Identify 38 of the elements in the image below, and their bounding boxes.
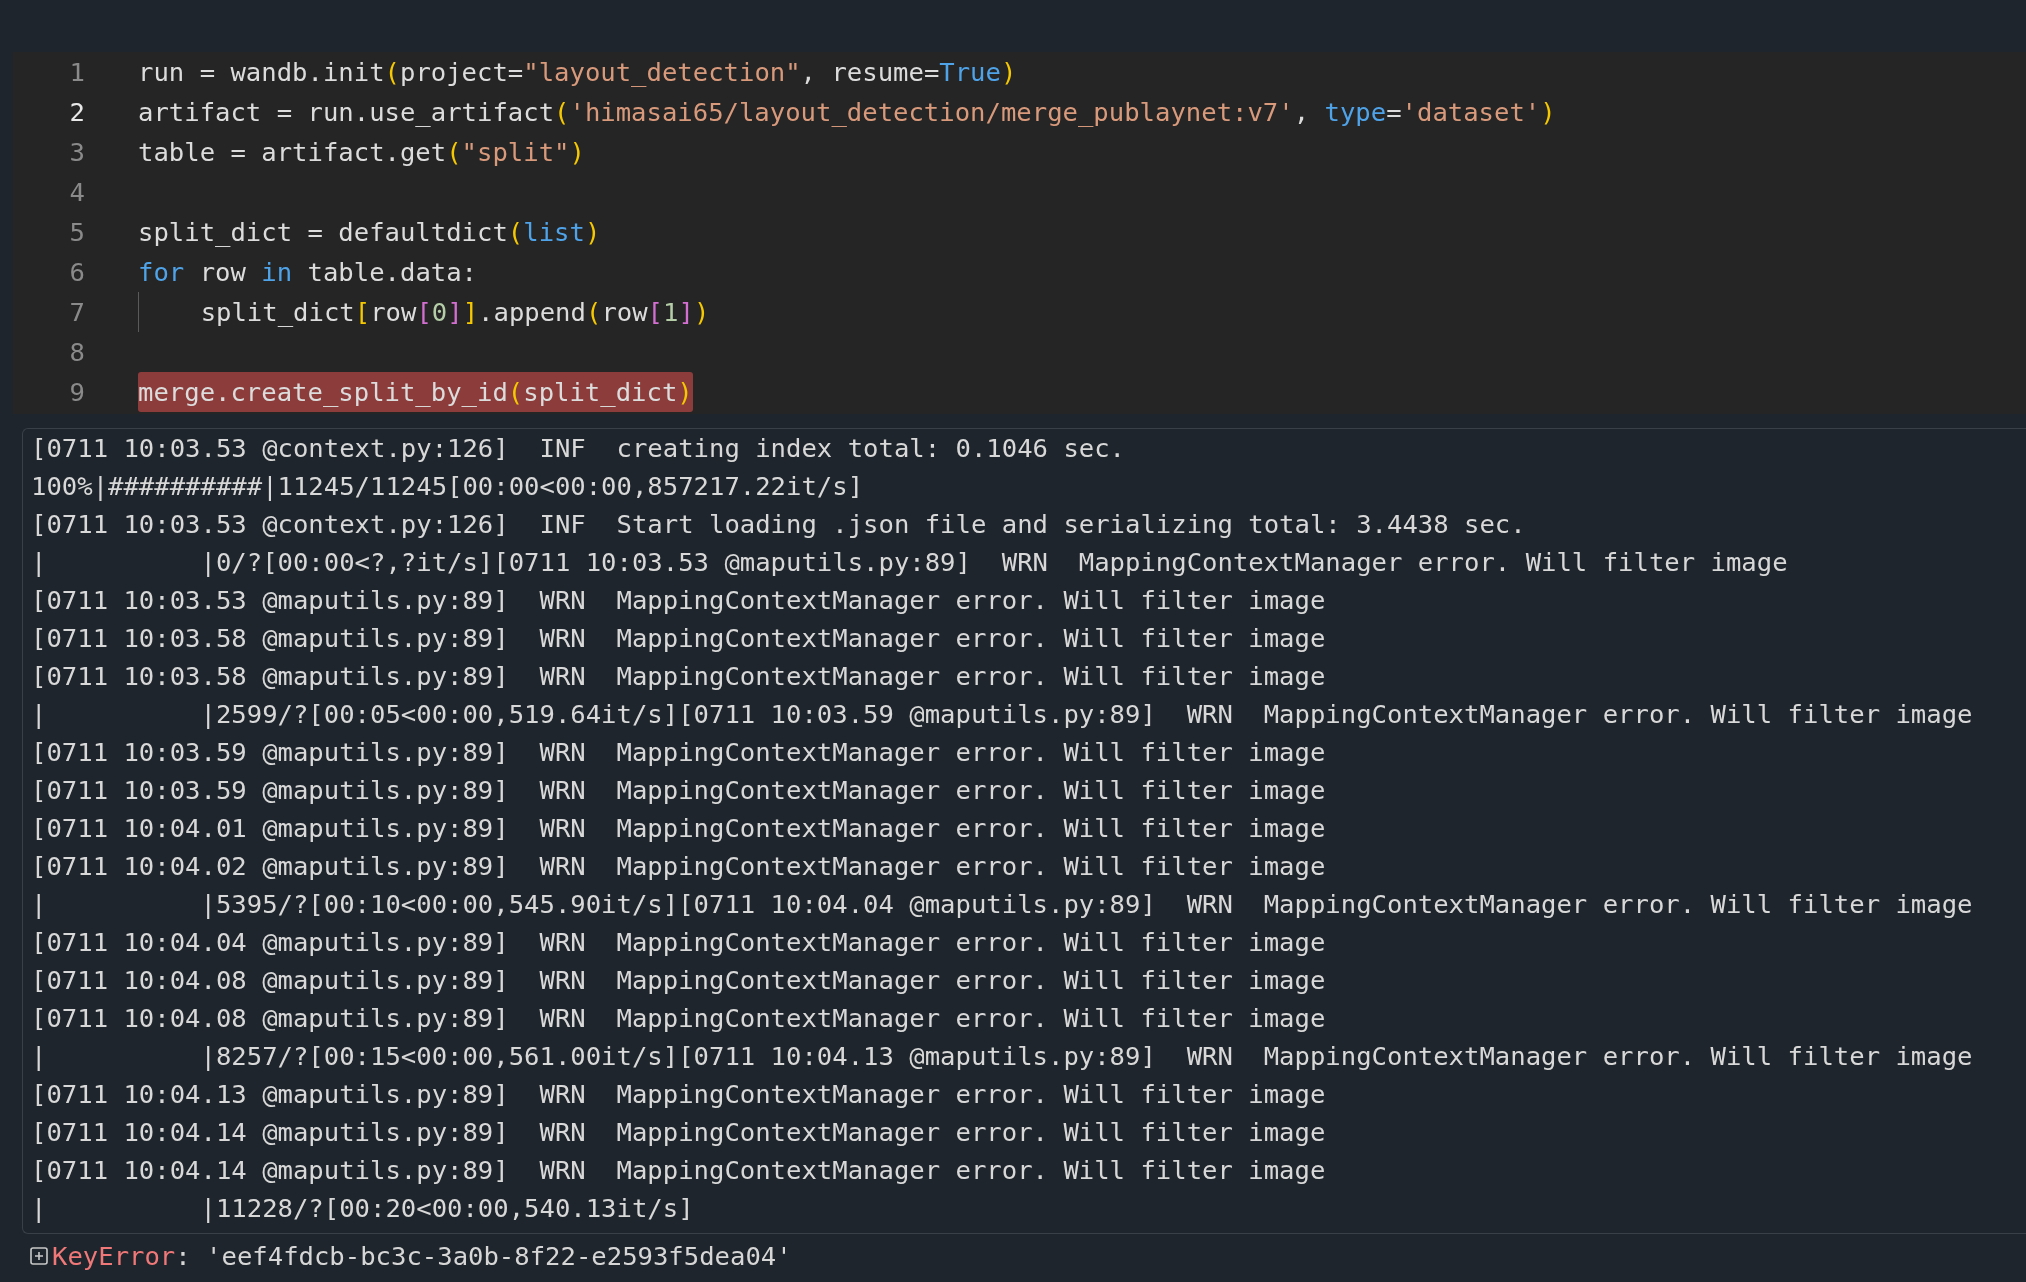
error-message: KeyError: 'eef4fdcb-bc3c-3a0b-8f22-e2593f5dea04' bbox=[52, 1239, 792, 1273]
log-line: [0711 10:04.04 @maputils.py:89] WRN MappingContextManager error. Will filter image bbox=[31, 927, 1326, 957]
log-line: [0711 10:03.53 @context.py:126] INF creating index total: 0.1046 sec. bbox=[31, 433, 1126, 463]
log-line: [0711 10:04.02 @maputils.py:89] WRN MappingContextManager error. Will filter image bbox=[31, 851, 1326, 881]
line-number: 9 bbox=[68, 376, 85, 409]
log-line: | |8257/?[00:15<00:00,561.00it/s][0711 10:04.13 @maputils.py:89] WRN MappingContextManager error. Will filter image bbox=[31, 1041, 1973, 1071]
line-number: 1 bbox=[68, 56, 85, 89]
code-line: split_dict[row[0]].append(row[1]) bbox=[199, 296, 710, 329]
code-line: table = artifact.get("split") bbox=[138, 136, 585, 169]
log-line: | |11228/?[00:20<00:00,540.13it/s] bbox=[31, 1193, 694, 1223]
log-line: [0711 10:03.53 @maputils.py:89] WRN MappingContextManager error. Will filter image bbox=[31, 585, 1326, 615]
log-line: [0711 10:04.14 @maputils.py:89] WRN MappingContextManager error. Will filter image bbox=[31, 1155, 1326, 1185]
log-line: [0711 10:03.53 @context.py:126] INF Start loading .json file and serializing total: 3.4438 sec. bbox=[31, 509, 1526, 539]
log-line: [0711 10:03.58 @maputils.py:89] WRN MappingContextManager error. Will filter image bbox=[31, 661, 1326, 691]
code-line: split_dict = defaultdict(list) bbox=[138, 216, 601, 249]
line-number: 8 bbox=[68, 336, 85, 369]
log-line: [0711 10:03.59 @maputils.py:89] WRN MappingContextManager error. Will filter image bbox=[31, 737, 1326, 767]
log-line: [0711 10:04.14 @maputils.py:89] WRN MappingContextManager error. Will filter image bbox=[31, 1117, 1326, 1147]
log-line: 100%|##########|11245/11245[00:00<00:00,857217.22it/s] bbox=[31, 471, 864, 501]
line-number: 3 bbox=[68, 136, 85, 169]
log-line: | |0/?[00:00<?,?it/s][0711 10:03.53 @maputils.py:89] WRN MappingContextManager error. Will filter image bbox=[31, 547, 1788, 577]
log-line: | |5395/?[00:10<00:00,545.90it/s][0711 10:04.04 @maputils.py:89] WRN MappingContextManager error. Will filter image bbox=[31, 889, 1973, 919]
log-line: [0711 10:04.01 @maputils.py:89] WRN MappingContextManager error. Will filter image bbox=[31, 813, 1326, 843]
line-number: 7 bbox=[68, 296, 85, 329]
code-line: artifact = run.use_artifact('himasai65/layout_detection/merge_publaynet:v7', type='dataset') bbox=[138, 96, 1556, 129]
log-line: [0711 10:04.08 @maputils.py:89] WRN MappingContextManager error. Will filter image bbox=[31, 965, 1326, 995]
code-line: run = wandb.init(project="layout_detection", resume=True) bbox=[138, 56, 1017, 89]
log-line: [0711 10:04.08 @maputils.py:89] WRN MappingContextManager error. Will filter image bbox=[31, 1003, 1326, 1033]
log-line: [0711 10:03.58 @maputils.py:89] WRN MappingContextManager error. Will filter image bbox=[31, 623, 1326, 653]
expand-icon[interactable] bbox=[30, 1247, 48, 1265]
log-line: [0711 10:03.59 @maputils.py:89] WRN MappingContextManager error. Will filter image bbox=[31, 775, 1326, 805]
line-number: 2 bbox=[68, 96, 85, 129]
line-number: 4 bbox=[68, 176, 85, 209]
line-number: 5 bbox=[68, 216, 85, 249]
log-line: [0711 10:04.13 @maputils.py:89] WRN MappingContextManager error. Will filter image bbox=[31, 1079, 1326, 1109]
code-line: for row in table.data: bbox=[138, 256, 477, 289]
line-number: 6 bbox=[68, 256, 85, 289]
log-line: | |2599/?[00:05<00:00,519.64it/s][0711 10:03.59 @maputils.py:89] WRN MappingContextManager error. Will filter image bbox=[31, 699, 1973, 729]
